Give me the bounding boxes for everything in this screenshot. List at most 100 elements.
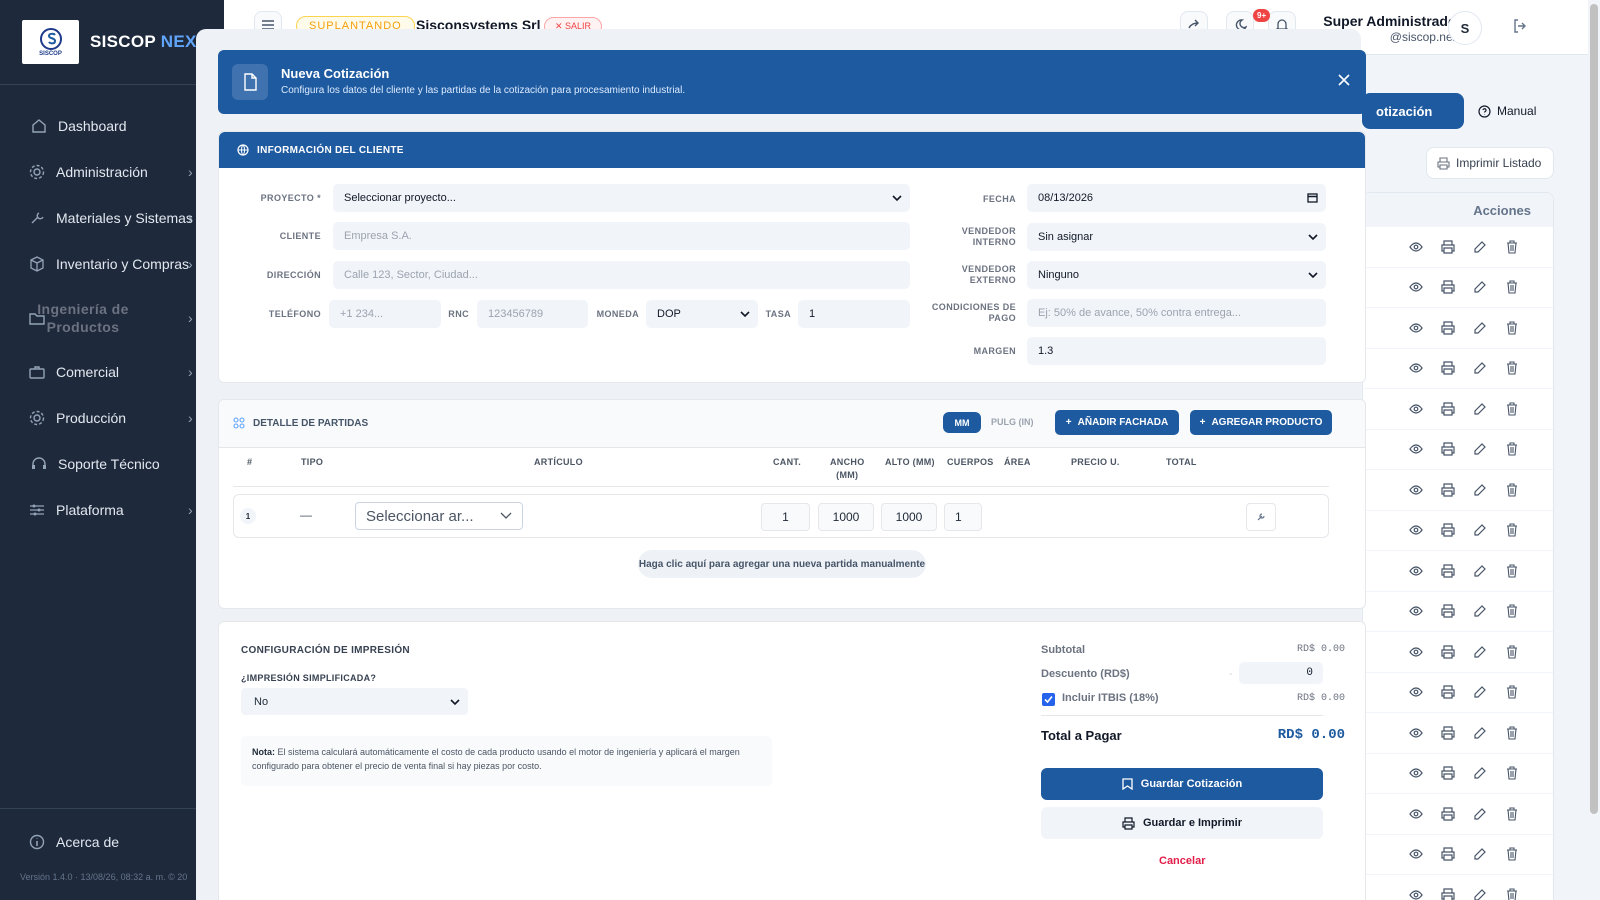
edit-icon[interactable] xyxy=(1473,280,1487,294)
sidebar-item-plataforma[interactable]: Plataforma › xyxy=(0,487,224,533)
logout-button[interactable] xyxy=(1512,18,1528,34)
unit-in-toggle[interactable]: PULG (IN) xyxy=(991,417,1034,427)
edit-icon[interactable] xyxy=(1473,847,1487,861)
printer-icon[interactable] xyxy=(1441,402,1455,416)
printer-icon[interactable] xyxy=(1441,604,1455,618)
add-line-hint-button[interactable]: Haga clic aquí para agregar una nueva pa… xyxy=(638,550,926,578)
edit-icon[interactable] xyxy=(1473,442,1487,456)
sidebar-item-administracion[interactable]: Administración › xyxy=(0,149,224,195)
eye-icon[interactable] xyxy=(1409,807,1423,821)
trash-icon[interactable] xyxy=(1505,523,1519,537)
eye-icon[interactable] xyxy=(1409,685,1423,699)
close-modal-button[interactable] xyxy=(1338,74,1350,86)
trash-icon[interactable] xyxy=(1505,280,1519,294)
discount-input[interactable]: 0 xyxy=(1239,662,1323,684)
edit-icon[interactable] xyxy=(1473,523,1487,537)
rnc-input[interactable]: 123456789 xyxy=(477,300,588,328)
printer-icon[interactable] xyxy=(1441,685,1455,699)
margen-input[interactable]: 1.3 xyxy=(1027,337,1326,365)
trash-icon[interactable] xyxy=(1505,442,1519,456)
sidebar-item-ingenieria[interactable]: Ingeniería de Productos › xyxy=(0,287,224,349)
qty-input[interactable]: 1 xyxy=(761,503,810,531)
trash-icon[interactable] xyxy=(1505,888,1519,900)
vendedor-interno-select[interactable]: Sin asignar xyxy=(1027,223,1326,251)
edit-icon[interactable] xyxy=(1473,321,1487,335)
trash-icon[interactable] xyxy=(1505,807,1519,821)
sidebar-item-inventario[interactable]: Inventario y Compras › xyxy=(0,241,224,287)
trash-icon[interactable] xyxy=(1505,564,1519,578)
sidebar-item-produccion[interactable]: Producción › xyxy=(0,395,224,441)
add-facade-button[interactable]: + AÑADIR FACHADA xyxy=(1055,410,1179,435)
new-quote-button[interactable]: otización xyxy=(1362,93,1464,129)
trash-icon[interactable] xyxy=(1505,483,1519,497)
edit-icon[interactable] xyxy=(1473,240,1487,254)
eye-icon[interactable] xyxy=(1409,483,1423,497)
printer-icon[interactable] xyxy=(1441,888,1455,900)
cancel-button[interactable]: Cancelar xyxy=(1159,855,1205,867)
width-input[interactable]: 1000 xyxy=(818,503,874,531)
printer-icon[interactable] xyxy=(1441,280,1455,294)
edit-icon[interactable] xyxy=(1473,604,1487,618)
eye-icon[interactable] xyxy=(1409,402,1423,416)
eye-icon[interactable] xyxy=(1409,564,1423,578)
row-tools-button[interactable] xyxy=(1246,503,1276,531)
edit-icon[interactable] xyxy=(1473,726,1487,740)
calendar-icon[interactable] xyxy=(1307,192,1318,203)
sidebar-item-materiales[interactable]: Materiales y Sistemas › xyxy=(0,195,224,241)
printer-icon[interactable] xyxy=(1441,483,1455,497)
eye-icon[interactable] xyxy=(1409,280,1423,294)
printer-icon[interactable] xyxy=(1441,766,1455,780)
telefono-input[interactable]: +1 234... xyxy=(329,300,441,328)
edit-icon[interactable] xyxy=(1473,807,1487,821)
tasa-input[interactable]: 1 xyxy=(798,300,910,328)
condiciones-pago-input[interactable]: Ej: 50% de avance, 50% contra entrega... xyxy=(1027,299,1326,327)
eye-icon[interactable] xyxy=(1409,847,1423,861)
trash-icon[interactable] xyxy=(1505,321,1519,335)
company-logo[interactable]: SISCOP xyxy=(22,20,79,64)
printer-icon[interactable] xyxy=(1441,321,1455,335)
page-scrollbar[interactable] xyxy=(1588,0,1600,900)
printer-icon[interactable] xyxy=(1441,361,1455,375)
trash-icon[interactable] xyxy=(1505,361,1519,375)
trash-icon[interactable] xyxy=(1505,847,1519,861)
save-quote-button[interactable]: Guardar Cotización xyxy=(1041,768,1323,800)
printer-icon[interactable] xyxy=(1441,240,1455,254)
trash-icon[interactable] xyxy=(1505,685,1519,699)
printer-icon[interactable] xyxy=(1441,807,1455,821)
edit-icon[interactable] xyxy=(1473,888,1487,900)
printer-icon[interactable] xyxy=(1441,645,1455,659)
trash-icon[interactable] xyxy=(1505,726,1519,740)
trash-icon[interactable] xyxy=(1505,645,1519,659)
proyecto-select[interactable]: Seleccionar proyecto... xyxy=(333,184,910,212)
printer-icon[interactable] xyxy=(1441,726,1455,740)
sidebar-item-dashboard[interactable]: Dashboard xyxy=(0,103,224,149)
edit-icon[interactable] xyxy=(1473,645,1487,659)
eye-icon[interactable] xyxy=(1409,888,1423,900)
bodies-input[interactable]: 1 xyxy=(944,503,982,531)
print-list-button[interactable]: Imprimir Listado xyxy=(1426,147,1554,179)
edit-icon[interactable] xyxy=(1473,483,1487,497)
simplified-print-select[interactable]: No xyxy=(241,688,468,715)
eye-icon[interactable] xyxy=(1409,645,1423,659)
eye-icon[interactable] xyxy=(1409,361,1423,375)
add-product-button[interactable]: + AGREGAR PRODUCTO xyxy=(1190,410,1332,435)
trash-icon[interactable] xyxy=(1505,402,1519,416)
eye-icon[interactable] xyxy=(1409,523,1423,537)
moneda-select[interactable]: DOP xyxy=(646,300,758,328)
trash-icon[interactable] xyxy=(1505,604,1519,618)
height-input[interactable]: 1000 xyxy=(881,503,937,531)
eye-icon[interactable] xyxy=(1409,766,1423,780)
edit-icon[interactable] xyxy=(1473,766,1487,780)
manual-button[interactable]: Manual xyxy=(1478,93,1554,129)
unit-mm-toggle[interactable]: MM xyxy=(943,412,981,433)
vendedor-externo-select[interactable]: Ninguno xyxy=(1027,261,1326,289)
itbis-checkbox[interactable] xyxy=(1042,693,1055,706)
sidebar-item-soporte[interactable]: Soporte Técnico xyxy=(0,441,224,487)
printer-icon[interactable] xyxy=(1441,564,1455,578)
scrollbar-thumb[interactable] xyxy=(1590,4,1598,814)
direccion-input[interactable]: Calle 123, Sector, Ciudad... xyxy=(333,261,910,289)
eye-icon[interactable] xyxy=(1409,726,1423,740)
edit-icon[interactable] xyxy=(1473,361,1487,375)
trash-icon[interactable] xyxy=(1505,240,1519,254)
edit-icon[interactable] xyxy=(1473,685,1487,699)
